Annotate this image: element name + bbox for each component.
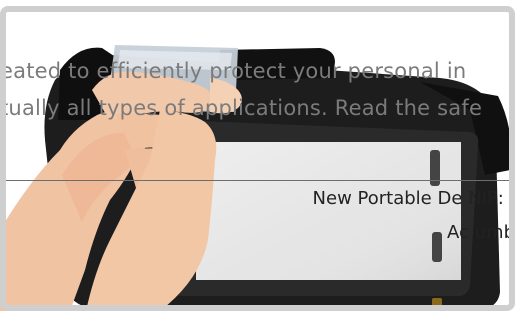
divider-line xyxy=(0,180,515,181)
photo-overlay xyxy=(0,0,515,311)
screenshot-frame: eated to efficiently protect your person… xyxy=(0,0,515,311)
model-info-text: New Portable De NIP: 8 xyxy=(312,188,515,209)
account-info-text: Ac umb xyxy=(447,222,515,243)
overlay-text-line-1: eated to efficiently protect your person… xyxy=(0,59,467,83)
overlay-text-line-2: tually all types of applications. Read t… xyxy=(0,96,483,120)
